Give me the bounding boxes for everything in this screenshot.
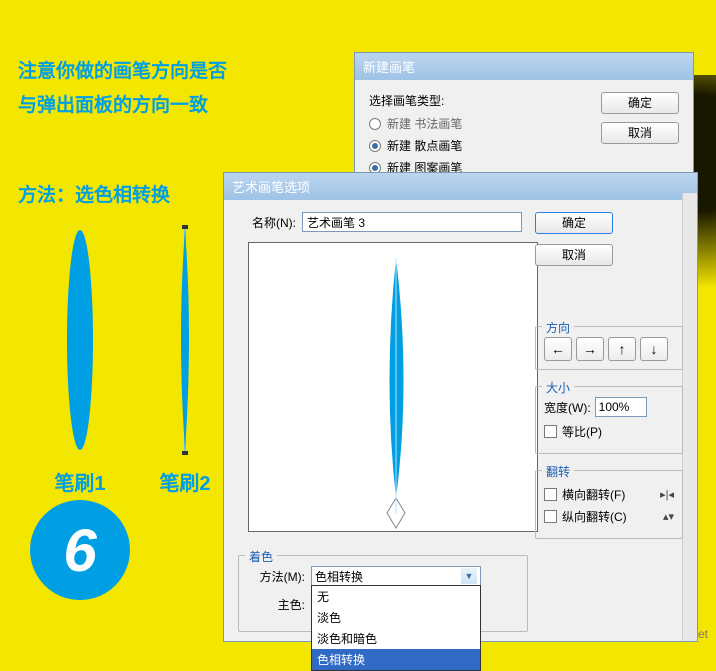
radio-label: 新建 书法画笔 xyxy=(387,115,462,132)
name-input[interactable] xyxy=(302,212,522,232)
coloring-legend: 着色 xyxy=(245,548,277,565)
width-label: 宽度(W): xyxy=(544,399,591,416)
width-input[interactable] xyxy=(595,397,647,417)
name-label: 名称(N): xyxy=(238,214,296,231)
step-number-value: 6 xyxy=(63,516,96,585)
dir-left-button[interactable]: ← xyxy=(544,337,572,361)
flip-v-icon: ▴▾ xyxy=(663,510,674,523)
instruction-line-2: 与弹出面板的方向一致 xyxy=(18,90,208,117)
brush2-shape-icon xyxy=(173,225,197,455)
proportional-checkbox[interactable]: 等比(P) xyxy=(544,423,674,440)
radio-icon xyxy=(369,118,381,130)
checkbox-icon xyxy=(544,510,557,523)
checkbox-icon xyxy=(544,488,557,501)
art-brush-options-dialog: 艺术画笔选项 名称(N): 确定 取消 方向 ← → ↑ ↓ xyxy=(223,172,698,642)
flip-h-icon: ▸|◂ xyxy=(660,488,674,501)
direction-group: 方向 ← → ↑ ↓ xyxy=(535,326,683,370)
option-none[interactable]: 无 xyxy=(312,586,480,607)
new-brush-ok-button[interactable]: 确定 xyxy=(601,92,679,114)
new-brush-title: 新建画笔 xyxy=(355,53,693,80)
brush1-label: 笔刷1 xyxy=(54,467,105,496)
flip-v-label: 纵向翻转(C) xyxy=(562,508,627,525)
dir-down-button[interactable]: ↓ xyxy=(640,337,668,361)
method-label: 方法(M): xyxy=(247,568,305,585)
main-color-label: 主色: xyxy=(247,596,305,613)
instruction-method: 方法：选色相转换 xyxy=(18,180,170,207)
size-legend: 大小 xyxy=(542,379,574,396)
brush-preview-1: 笔刷1 xyxy=(20,225,140,496)
radio-label: 新建 散点画笔 xyxy=(387,137,462,154)
flip-vertical-checkbox[interactable]: 纵向翻转(C) ▴▾ xyxy=(544,508,674,525)
option-hue-shift[interactable]: 色相转换 xyxy=(312,649,480,670)
size-group: 大小 宽度(W): 等比(P) xyxy=(535,386,683,454)
flip-h-label: 横向翻转(F) xyxy=(562,486,625,503)
dir-right-button[interactable]: → xyxy=(576,337,604,361)
brush1-shape-icon xyxy=(65,225,95,455)
method-selected-value: 色相转换 xyxy=(315,568,363,585)
new-brush-cancel-button[interactable]: 取消 xyxy=(601,122,679,144)
option-tint[interactable]: 淡色 xyxy=(312,607,480,628)
proportional-label: 等比(P) xyxy=(562,423,602,440)
radio-icon xyxy=(369,140,381,152)
flip-group: 翻转 横向翻转(F) ▸|◂ 纵向翻转(C) ▴▾ xyxy=(535,470,683,539)
method-select[interactable]: 色相转换 ▼ xyxy=(311,566,481,586)
brush2-label: 笔刷2 xyxy=(159,467,210,496)
new-brush-dialog: 新建画笔 选择画笔类型: 新建 书法画笔 新建 散点画笔 新建 图案画笔 新建 … xyxy=(354,52,694,192)
coloring-group: 着色 方法(M): 色相转换 ▼ 无 淡色 淡色和暗色 色相转换 xyxy=(238,555,528,632)
instruction-line-1: 注意你做的画笔方向是否 xyxy=(18,56,227,83)
flip-horizontal-checkbox[interactable]: 横向翻转(F) ▸|◂ xyxy=(544,486,674,503)
checkbox-icon xyxy=(544,425,557,438)
dir-up-button[interactable]: ↑ xyxy=(608,337,636,361)
option-tint-shade[interactable]: 淡色和暗色 xyxy=(312,628,480,649)
step-number-badge: 6 xyxy=(30,500,130,600)
art-ok-button[interactable]: 确定 xyxy=(535,212,613,234)
flip-legend: 翻转 xyxy=(542,463,574,480)
brush-preview-canvas xyxy=(248,242,538,532)
dropdown-arrow-icon: ▼ xyxy=(461,568,477,584)
art-brush-title: 艺术画笔选项 xyxy=(224,173,697,200)
art-cancel-button[interactable]: 取消 xyxy=(535,244,613,266)
direction-legend: 方向 xyxy=(542,319,574,336)
method-dropdown: 无 淡色 淡色和暗色 色相转换 xyxy=(311,585,481,671)
